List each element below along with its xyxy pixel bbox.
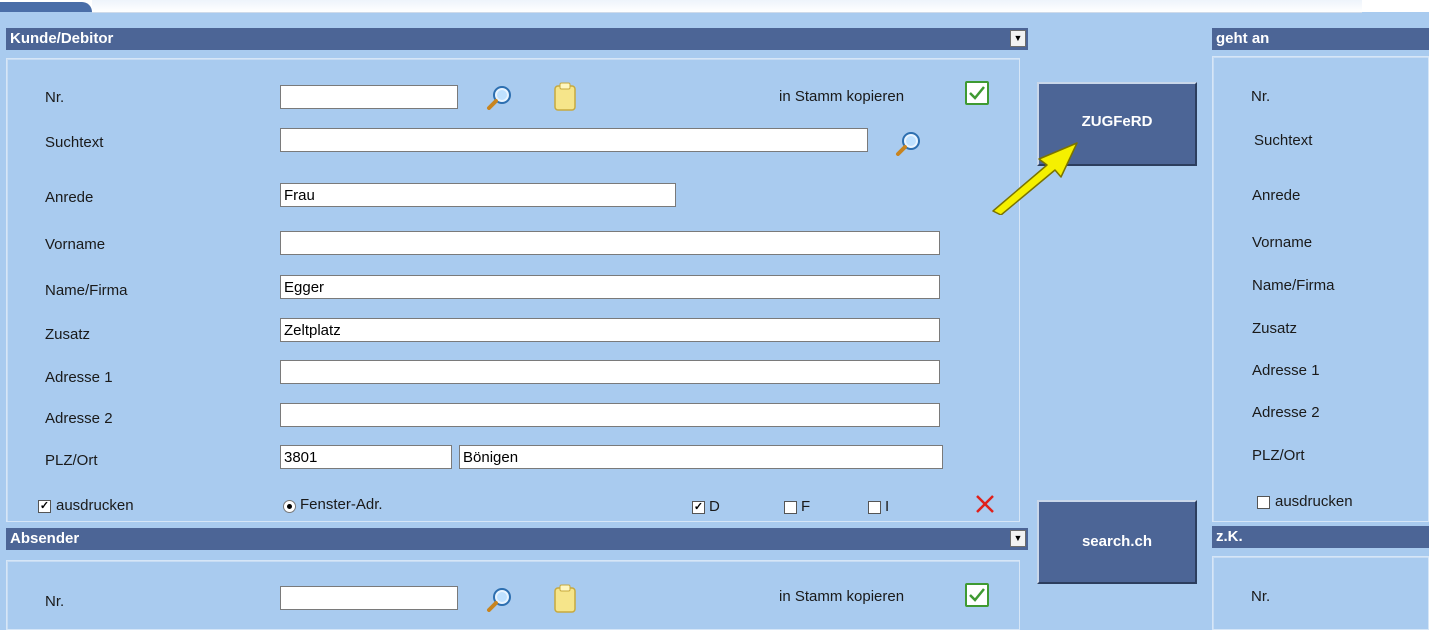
label-nr: Nr. [45, 89, 65, 106]
kunde-header: Kunde/Debitor ▼ [6, 28, 1028, 50]
lang-i-label: I [885, 498, 890, 515]
geht-an-label-name-firma: Name/Firma [1252, 277, 1335, 294]
fenster-adr-label: Fenster-Adr. [300, 496, 383, 513]
label-adresse2: Adresse 2 [45, 410, 113, 427]
geht-an-label-nr: Nr. [1251, 88, 1271, 105]
zk-header: z.K. [1212, 526, 1429, 548]
geht-an-ausdrucken-label: ausdrucken [1275, 493, 1353, 510]
copy-to-master-label: in Stamm kopieren [779, 88, 905, 105]
fenster-adr-radio[interactable] [283, 500, 296, 513]
tab-selected[interactable] [0, 2, 92, 12]
suchtext-search-icon[interactable] [895, 130, 923, 156]
absender-copy-label: in Stamm kopieren [779, 588, 905, 605]
geht-an-header: geht an [1212, 28, 1429, 50]
absender-header: Absender ▼ [6, 528, 1028, 550]
kunde-header-title: Kunde/Debitor [10, 30, 114, 47]
tab[interactable] [272, 0, 462, 13]
label-suchtext: Suchtext [45, 134, 104, 151]
absender-clipboard-icon[interactable] [553, 584, 577, 614]
geht-an-ausdrucken-checkbox[interactable] [1257, 496, 1270, 509]
vorname-input[interactable] [280, 231, 940, 255]
tab[interactable] [452, 0, 642, 13]
zusatz-input[interactable] [280, 318, 940, 342]
geht-an-label-anrede: Anrede [1252, 187, 1301, 204]
geht-an-label-adresse2: Adresse 2 [1252, 404, 1320, 421]
ausdrucken-label: ausdrucken [56, 497, 134, 514]
green-check-icon [969, 86, 985, 100]
geht-an-label-vorname: Vorname [1252, 234, 1313, 251]
zk-label-nr: Nr. [1251, 588, 1271, 605]
label-adresse1: Adresse 1 [45, 369, 113, 386]
absender-header-title: Absender [10, 530, 80, 547]
geht-an-label-suchtext: Suchtext [1254, 132, 1313, 149]
anrede-input[interactable] [280, 183, 676, 207]
red-x-icon[interactable] [975, 494, 995, 514]
geht-an-label-zusatz: Zusatz [1252, 320, 1298, 337]
label-plz-ort: PLZ/Ort [45, 452, 98, 469]
label-zusatz: Zusatz [45, 326, 91, 343]
lang-f-checkbox[interactable] [784, 501, 797, 514]
label-anrede: Anrede [45, 189, 94, 206]
nr-input[interactable] [280, 85, 458, 109]
tab[interactable] [1172, 0, 1362, 13]
ort-input[interactable] [459, 445, 943, 469]
name-firma-input[interactable] [280, 275, 940, 299]
lang-d-checkbox[interactable]: ✓ [692, 501, 705, 514]
tab[interactable] [92, 0, 282, 13]
tab[interactable] [992, 0, 1182, 13]
label-vorname: Vorname [45, 236, 106, 253]
zk-panel [1212, 556, 1429, 630]
absender-label-nr: Nr. [45, 593, 65, 610]
lang-d-label: D [709, 498, 720, 515]
ausdrucken-checkbox[interactable]: ✓ [38, 500, 51, 513]
search-icon[interactable] [486, 84, 514, 110]
absender-dropdown-button[interactable]: ▼ [1010, 530, 1026, 547]
search-ch-button[interactable]: search.ch [1037, 500, 1197, 584]
green-check-icon [969, 588, 985, 602]
tab[interactable] [812, 0, 1002, 13]
plz-input[interactable] [280, 445, 452, 469]
dropdown-arrow-icon: ▼ [1013, 533, 1023, 543]
absender-copy-checkbox[interactable] [965, 583, 989, 607]
absender-nr-input[interactable] [280, 586, 458, 610]
copy-to-master-checkbox[interactable] [965, 81, 989, 105]
lang-f-label: F [801, 498, 811, 515]
adresse2-input[interactable] [280, 403, 940, 427]
tab-strip [0, 0, 1429, 13]
geht-an-label-plz-ort: PLZ/Ort [1252, 447, 1305, 464]
zk-header-title: z.K. [1216, 528, 1243, 545]
dropdown-arrow-icon: ▼ [1013, 33, 1023, 43]
geht-an-header-title: geht an [1216, 30, 1270, 47]
yellow-arrow-icon [985, 135, 1085, 216]
absender-search-icon[interactable] [486, 586, 514, 612]
tab[interactable] [632, 0, 822, 13]
adresse1-input[interactable] [280, 360, 940, 384]
suchtext-input[interactable] [280, 128, 868, 152]
lang-i-checkbox[interactable] [868, 501, 881, 514]
kunde-dropdown-button[interactable]: ▼ [1010, 30, 1026, 47]
geht-an-label-adresse1: Adresse 1 [1252, 362, 1320, 379]
clipboard-icon[interactable] [553, 82, 577, 112]
label-name-firma: Name/Firma [45, 282, 128, 299]
